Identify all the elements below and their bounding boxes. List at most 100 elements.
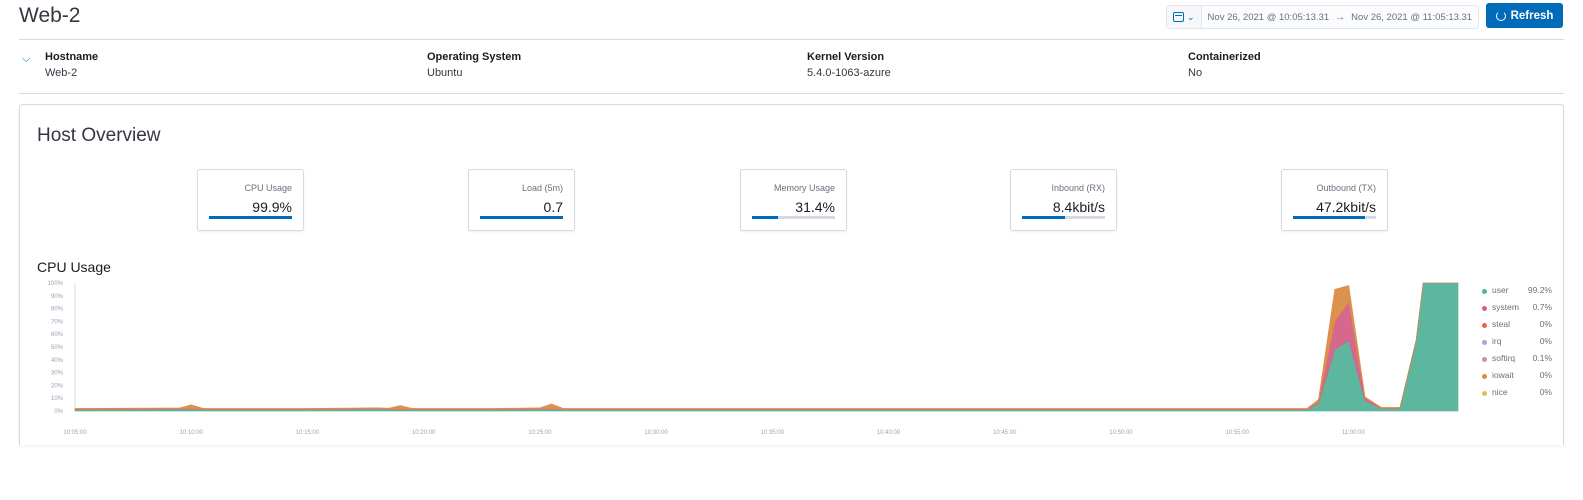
- kpi-value: 8.4kbit/s: [1052, 199, 1105, 215]
- legend-swatch: [1482, 340, 1487, 345]
- meta-value: No: [1188, 67, 1203, 79]
- meta-divider: [19, 93, 1564, 94]
- x-tick-label: 10:35:00: [761, 430, 785, 436]
- series-area-iowait: [74, 282, 1458, 410]
- legend-swatch: [1482, 289, 1487, 294]
- kpi-value: 0.7: [543, 199, 563, 215]
- legend-swatch: [1482, 374, 1487, 379]
- legend-swatch: [1482, 391, 1487, 396]
- kpi-progress-track: [209, 216, 292, 219]
- host-overview-panel: Host Overview CPU Usage 99.9% Load (5m) …: [19, 104, 1564, 445]
- legend-name: user: [1492, 285, 1509, 295]
- legend-swatch: [1482, 323, 1487, 328]
- kpi-inbound: Inbound (RX) 8.4kbit/s: [1010, 169, 1117, 231]
- refresh-button[interactable]: Refresh: [1486, 3, 1563, 28]
- y-tick-label: 80%: [51, 307, 64, 313]
- kpi-progress-track: [1293, 216, 1376, 219]
- y-tick-label: 40%: [51, 358, 64, 364]
- chart-title: CPU Usage: [37, 259, 111, 275]
- legend-name: system: [1492, 302, 1519, 312]
- x-tick-label: 10:45:00: [993, 430, 1017, 436]
- legend-item-user[interactable]: user 99.2%: [1482, 285, 1552, 302]
- legend-item-irq[interactable]: irq 0%: [1482, 336, 1552, 353]
- kpi-value: 47.2kbit/s: [1316, 199, 1376, 215]
- date-picker[interactable]: ⌄ Nov 26, 2021 @ 10:05:13.31 → Nov 26, 2…: [1166, 5, 1479, 29]
- kpi-progress-track: [752, 216, 835, 219]
- legend-name: nice: [1492, 387, 1508, 397]
- meta-value: Ubuntu: [427, 67, 463, 79]
- kpi-label: Load (5m): [521, 183, 563, 193]
- kpi-outbound: Outbound (TX) 47.2kbit/s: [1281, 169, 1388, 231]
- legend-item-iowait[interactable]: iowait 0%: [1482, 370, 1552, 387]
- x-tick-label: 10:05:00: [63, 430, 87, 436]
- legend-item-nice[interactable]: nice 0%: [1482, 387, 1552, 404]
- meta-value: Web-2: [45, 67, 78, 79]
- legend-value: 0%: [1539, 370, 1552, 380]
- kpi-value: 99.9%: [252, 199, 292, 215]
- legend-item-system[interactable]: system 0.7%: [1482, 302, 1552, 319]
- kpi-value: 31.4%: [795, 199, 835, 215]
- kpi-progress-fill: [1293, 216, 1366, 219]
- legend-value: 0%: [1539, 336, 1552, 346]
- kpi-progress-track: [1022, 216, 1105, 219]
- calendar-icon: [1173, 12, 1184, 22]
- legend-value: 99.2%: [1527, 285, 1552, 295]
- meta-kernel-version: Kernel Version 5.4.0-1063-azure: [807, 51, 891, 79]
- y-tick-label: 30%: [51, 371, 64, 377]
- top-bar: Web-2 ⌄ Nov 26, 2021 @ 10:05:13.31 → Nov…: [0, 0, 1583, 40]
- page-title: Web-2: [19, 4, 81, 27]
- legend-name: irq: [1492, 336, 1502, 346]
- y-tick-label: 10%: [51, 396, 64, 402]
- chevron-down-icon: ⌄: [1187, 11, 1195, 22]
- y-tick-label: 50%: [51, 345, 64, 351]
- kpi-progress-fill: [209, 216, 292, 219]
- kpi-label: Memory Usage: [773, 183, 835, 193]
- legend-name: iowait: [1492, 370, 1514, 380]
- meta-label: Kernel Version: [807, 51, 885, 63]
- x-tick-label: 11:00:00: [1342, 430, 1366, 436]
- legend-swatch: [1482, 357, 1487, 362]
- refresh-icon: [1495, 10, 1506, 21]
- series-area-user: [74, 282, 1459, 412]
- legend-value: 0%: [1539, 319, 1552, 329]
- x-tick-label: 10:10:00: [180, 430, 204, 436]
- legend-item-steal[interactable]: steal 0%: [1482, 319, 1552, 336]
- refresh-label: Refresh: [1510, 9, 1554, 22]
- kpi-label: Outbound (TX): [1316, 183, 1376, 193]
- header-divider: [19, 39, 1564, 40]
- kpi-label: Inbound (RX): [1051, 183, 1105, 193]
- meta-containerized: Containerized No: [1188, 51, 1261, 79]
- kpi-progress-track: [480, 216, 563, 219]
- panel-title: Host Overview: [37, 125, 161, 146]
- kpi-label: CPU Usage: [244, 183, 292, 193]
- meta-label: Operating System: [427, 51, 522, 63]
- cpu-usage-chart[interactable]: 0% 10% 20% 30% 40% 50% 60% 70% 80% 90% 100% 10:05:0…: [20, 275, 1460, 441]
- x-tick-label: 10:50:00: [1109, 430, 1133, 436]
- chart-legend: user 99.2% system 0.7% steal 0% irq 0% softirq 0.…: [1482, 285, 1552, 404]
- y-tick-label: 60%: [51, 332, 64, 338]
- x-tick-label: 10:20:00: [412, 430, 436, 436]
- kpi-progress-fill: [480, 216, 563, 219]
- x-tick-label: 10:55:00: [1226, 430, 1250, 436]
- y-tick-label: 90%: [51, 294, 64, 300]
- legend-value: 0%: [1539, 387, 1552, 397]
- meta-value: 5.4.0-1063-azure: [807, 67, 891, 79]
- y-tick-label: 0%: [54, 409, 63, 415]
- legend-value: 0.1%: [1532, 353, 1552, 363]
- x-tick-label: 10:30:00: [644, 430, 668, 436]
- x-tick-label: 10:15:00: [296, 430, 320, 436]
- legend-name: steal: [1492, 319, 1510, 329]
- collapse-chevron-icon[interactable]: ⌵: [22, 53, 30, 66]
- date-end[interactable]: Nov 26, 2021 @ 11:05:13.31: [1345, 12, 1478, 23]
- y-tick-label: 20%: [51, 383, 64, 389]
- meta-label: Containerized: [1188, 51, 1261, 63]
- kpi-memory-usage: Memory Usage 31.4%: [740, 169, 847, 231]
- legend-item-softirq[interactable]: softirq 0.1%: [1482, 353, 1552, 370]
- kpi-cpu-usage: CPU Usage 99.9%: [197, 169, 304, 231]
- kpi-progress-fill: [1022, 216, 1066, 219]
- date-start[interactable]: Nov 26, 2021 @ 10:05:13.31: [1202, 12, 1336, 23]
- y-tick-label: 100%: [48, 281, 64, 287]
- quick-select-button[interactable]: ⌄: [1167, 6, 1202, 28]
- series-area-system: [74, 282, 1458, 411]
- x-tick-label: 10:40:00: [877, 430, 901, 436]
